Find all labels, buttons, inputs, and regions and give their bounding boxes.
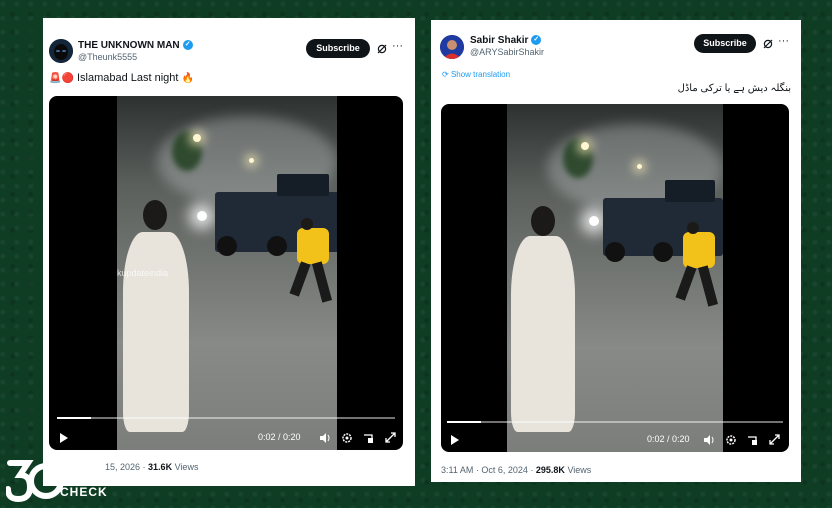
video-progress-bar[interactable] [447, 421, 783, 423]
person-head [301, 218, 313, 230]
street-lamp-icon [193, 134, 201, 142]
video-progress-bar[interactable] [57, 417, 395, 419]
person-avatar-icon [440, 35, 464, 59]
video-time: 0:02 / 0:20 [647, 434, 690, 444]
mask-avatar-icon [49, 39, 73, 63]
show-translation-link[interactable]: ⟳ Show translation [442, 70, 510, 79]
vehicle-wheel [653, 242, 673, 262]
author-handle[interactable]: @ARYSabirShakir [470, 47, 544, 57]
person-legs [697, 265, 719, 307]
fullscreen-icon[interactable] [385, 432, 396, 443]
verified-badge-icon: ✓ [531, 35, 542, 46]
headlight [589, 216, 599, 226]
settings-gear-icon[interactable] [725, 434, 737, 446]
person-white-clothes [511, 236, 575, 432]
post-text: بنگلہ دیش ہے یا ترکی ماڈل [677, 83, 791, 94]
vehicle-wheel [217, 236, 237, 256]
street-lamp-icon [581, 142, 589, 150]
person-head [687, 222, 699, 234]
post-card-1: THE UNKNOWN MAN ✓ @Theunk5555 Subscribe ·… [43, 18, 415, 486]
person-legs [311, 261, 333, 303]
person-legs [289, 261, 311, 297]
vehicle-turret [277, 174, 329, 196]
subscribe-button[interactable]: Subscribe [694, 34, 756, 53]
person-head [143, 200, 167, 230]
more-options-icon[interactable]: ··· [392, 40, 403, 52]
vehicle-turret [665, 180, 715, 202]
video-time: 0:02 / 0:20 [258, 432, 301, 442]
author-name[interactable]: THE UNKNOWN MAN ✓ [78, 40, 193, 51]
headlight [197, 211, 207, 221]
post-card-2: Sabir Shakir ✓ @ARYSabirShakir Subscribe … [431, 20, 801, 482]
views-count: 295.8K [535, 465, 565, 475]
verified-badge-icon: ✓ [182, 40, 193, 51]
picture-in-picture-icon[interactable] [747, 434, 759, 446]
video-player[interactable]: kupdateindia 0:02 / 0:20 [49, 96, 403, 450]
post-meta: 15, 2026 · 31.6K Views [105, 462, 199, 472]
volume-icon[interactable] [319, 432, 331, 444]
author-avatar[interactable] [49, 39, 73, 63]
person-white-clothes [123, 232, 189, 432]
post-date[interactable]: 15, 2026 [105, 462, 140, 472]
fact-check-logo: FACT CHECK [5, 455, 110, 503]
play-icon[interactable] [59, 433, 69, 443]
subscribe-button[interactable]: Subscribe [306, 39, 370, 58]
logo-text-check: CHECK [60, 485, 108, 499]
fullscreen-icon[interactable] [769, 434, 780, 445]
video-watermark: kupdateindia [117, 268, 169, 278]
person-yellow-shirt [297, 228, 329, 264]
street-lamp-icon [637, 164, 642, 169]
video-player[interactable]: 0:02 / 0:20 [441, 104, 789, 452]
fire-emoji-icon: 🔥 [181, 73, 194, 84]
post-meta: 3:11 AM · Oct 6, 2024 · 295.8K Views [441, 465, 592, 475]
person-legs [675, 265, 697, 301]
person-yellow-shirt [683, 232, 715, 268]
author-avatar[interactable] [440, 35, 464, 59]
author-name[interactable]: Sabir Shakir ✓ [470, 35, 542, 46]
vehicle-wheel [267, 236, 287, 256]
more-options-icon[interactable]: ··· [778, 35, 789, 47]
volume-icon[interactable] [703, 434, 715, 446]
video-progress-fill [57, 417, 91, 419]
grok-icon[interactable] [377, 44, 387, 54]
post-time[interactable]: 3:11 AM [441, 465, 473, 475]
video-frame: kupdateindia [117, 96, 337, 450]
translate-icon: ⟳ [442, 70, 449, 79]
picture-in-picture-icon[interactable] [363, 432, 375, 444]
author-handle[interactable]: @Theunk5555 [78, 52, 137, 62]
vehicle-wheel [605, 242, 625, 262]
video-frame [507, 104, 723, 452]
post-date[interactable]: Oct 6, 2024 [481, 465, 528, 475]
settings-gear-icon[interactable] [341, 432, 353, 444]
grok-icon[interactable] [763, 39, 773, 49]
views-count: 31.6K [148, 462, 173, 472]
person-head [531, 206, 555, 236]
siren-emoji-icon: 🚨🔴 [49, 73, 74, 84]
play-icon[interactable] [450, 435, 460, 445]
street-lamp-icon [249, 158, 254, 163]
post-text: 🚨🔴 Islamabad Last night 🔥 [49, 72, 194, 84]
video-progress-fill [447, 421, 481, 423]
